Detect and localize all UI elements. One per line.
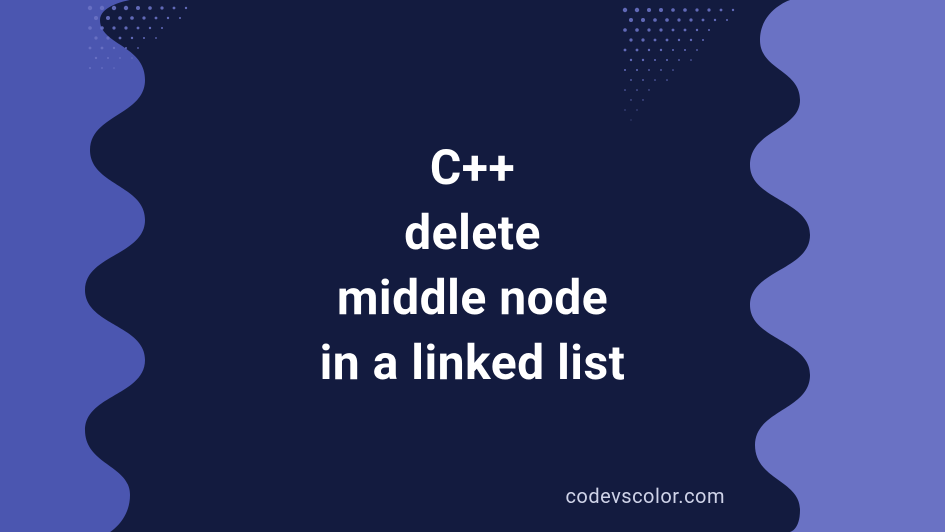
blob-shape xyxy=(0,0,945,532)
watermark-text: codevscolor.com xyxy=(565,484,725,508)
